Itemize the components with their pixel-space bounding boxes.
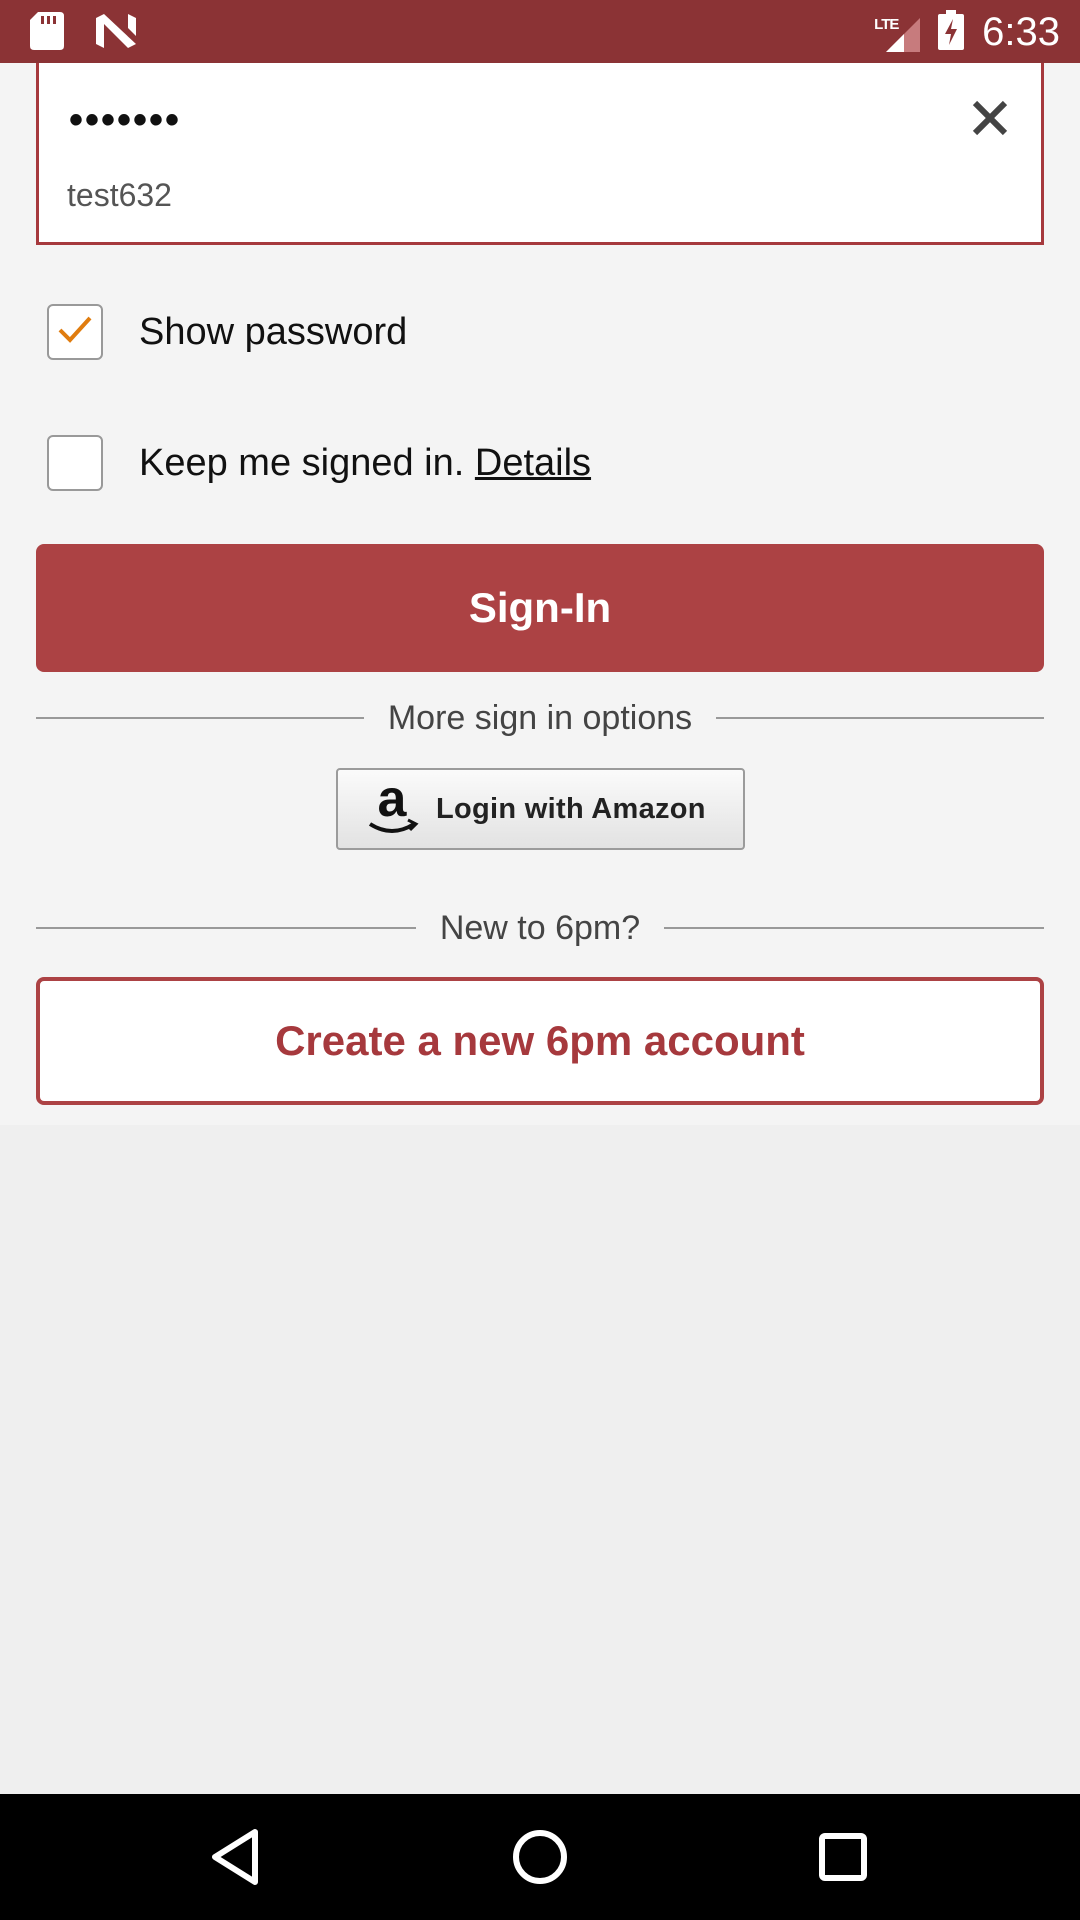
password-value: ••••••• xyxy=(69,98,182,142)
show-password-checkbox[interactable] xyxy=(47,304,103,360)
more-options-divider: More sign in options xyxy=(36,698,1044,738)
show-password-label: Show password xyxy=(139,310,408,353)
amazon-logo-icon: a xyxy=(362,770,422,844)
status-bar: LTE 6:33 xyxy=(0,0,1080,63)
sd-card-icon xyxy=(30,12,64,55)
login-with-amazon-button[interactable]: a Login with Amazon xyxy=(336,768,745,850)
clock: 6:33 xyxy=(982,10,1060,54)
n-logo-icon xyxy=(96,14,136,53)
amazon-button-label: Login with Amazon xyxy=(436,792,706,825)
more-options-text: More sign in options xyxy=(387,698,693,737)
keep-signed-in-row[interactable]: Keep me signed in. Details xyxy=(47,435,591,491)
signin-button[interactable]: Sign-In xyxy=(36,544,1044,672)
new-user-divider: New to 6pm? xyxy=(36,908,1045,948)
keep-signed-in-label: Keep me signed in. xyxy=(139,441,465,484)
lte-signal-icon: LTE xyxy=(874,12,921,52)
signin-form: ••••••• test632 Show password Keep me si… xyxy=(0,63,1080,1125)
show-password-row[interactable]: Show password xyxy=(47,304,407,360)
svg-text:a: a xyxy=(378,774,408,828)
create-account-button[interactable]: Create a new 6pm account xyxy=(36,977,1044,1105)
password-field[interactable]: ••••••• test632 xyxy=(36,63,1044,245)
back-icon[interactable] xyxy=(203,1822,273,1892)
home-icon[interactable] xyxy=(505,1822,575,1892)
checkmark-icon xyxy=(57,315,93,350)
battery-charging-icon xyxy=(938,9,965,55)
username-suggestion[interactable]: test632 xyxy=(67,177,172,214)
details-link[interactable]: Details xyxy=(475,442,591,484)
navigation-bar xyxy=(0,1794,1080,1920)
keep-signed-in-checkbox[interactable] xyxy=(47,435,103,491)
recents-icon[interactable] xyxy=(808,1822,878,1892)
new-user-text: New to 6pm? xyxy=(439,908,641,947)
clear-icon[interactable] xyxy=(965,93,1015,143)
